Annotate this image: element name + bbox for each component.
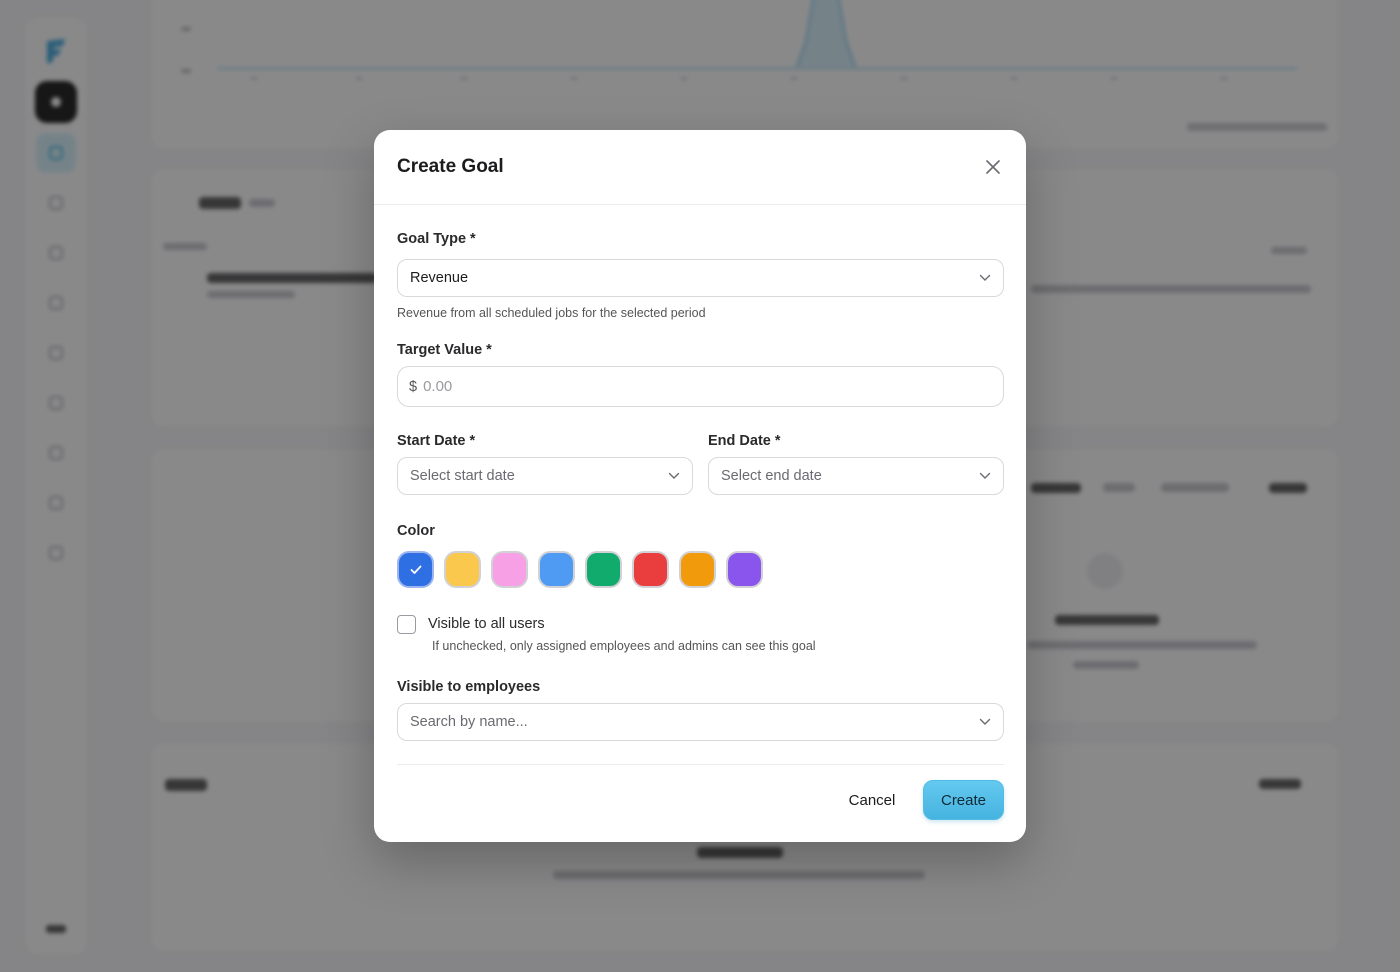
create-goal-modal: Create Goal Goal Type * Revenue Revenue …: [374, 130, 1026, 842]
goal-type-label: Goal Type *: [397, 231, 476, 247]
goal-type-value: Revenue: [410, 270, 469, 286]
end-date-placeholder: Select end date: [721, 468, 822, 484]
end-date-label: End Date *: [708, 433, 781, 449]
end-date-picker[interactable]: Select end date: [708, 457, 1004, 495]
color-swatch[interactable]: [444, 551, 481, 588]
color-swatch[interactable]: [632, 551, 669, 588]
chevron-down-icon: [979, 272, 991, 284]
close-button[interactable]: [982, 156, 1004, 178]
chevron-down-icon: [979, 716, 991, 728]
color-picker: [397, 551, 763, 588]
visibility-hint: If unchecked, only assigned employees an…: [432, 639, 816, 653]
target-value-label: Target Value *: [397, 342, 492, 358]
visible-to-all-checkbox[interactable]: [397, 615, 416, 634]
employees-label: Visible to employees: [397, 679, 541, 695]
currency-prefix: $: [409, 378, 418, 395]
target-value-input[interactable]: [423, 378, 992, 395]
color-swatch[interactable]: [726, 551, 763, 588]
start-date-picker[interactable]: Select start date: [397, 457, 693, 495]
close-icon: [986, 160, 1000, 174]
goal-type-select[interactable]: Revenue: [397, 259, 1004, 297]
chevron-down-icon: [668, 470, 680, 482]
start-date-label: Start Date *: [397, 433, 476, 449]
color-swatch[interactable]: [397, 551, 434, 588]
color-swatch[interactable]: [585, 551, 622, 588]
color-label: Color: [397, 523, 435, 539]
modal-title: Create Goal: [397, 156, 504, 177]
modal-header: Create Goal: [374, 130, 1026, 205]
start-date-placeholder: Select start date: [410, 468, 515, 484]
employees-search-select[interactable]: Search by name...: [397, 703, 1004, 741]
target-value-field[interactable]: $: [397, 366, 1004, 407]
check-icon: [410, 565, 421, 574]
color-swatch[interactable]: [491, 551, 528, 588]
color-swatch[interactable]: [538, 551, 575, 588]
cancel-button[interactable]: Cancel: [832, 781, 912, 819]
create-button[interactable]: Create: [923, 780, 1004, 820]
visible-to-all-label[interactable]: Visible to all users: [428, 616, 545, 632]
goal-type-hint: Revenue from all scheduled jobs for the …: [397, 306, 706, 320]
footer-divider: [397, 764, 1004, 765]
chevron-down-icon: [979, 470, 991, 482]
employees-placeholder: Search by name...: [410, 714, 528, 730]
color-swatch[interactable]: [679, 551, 716, 588]
